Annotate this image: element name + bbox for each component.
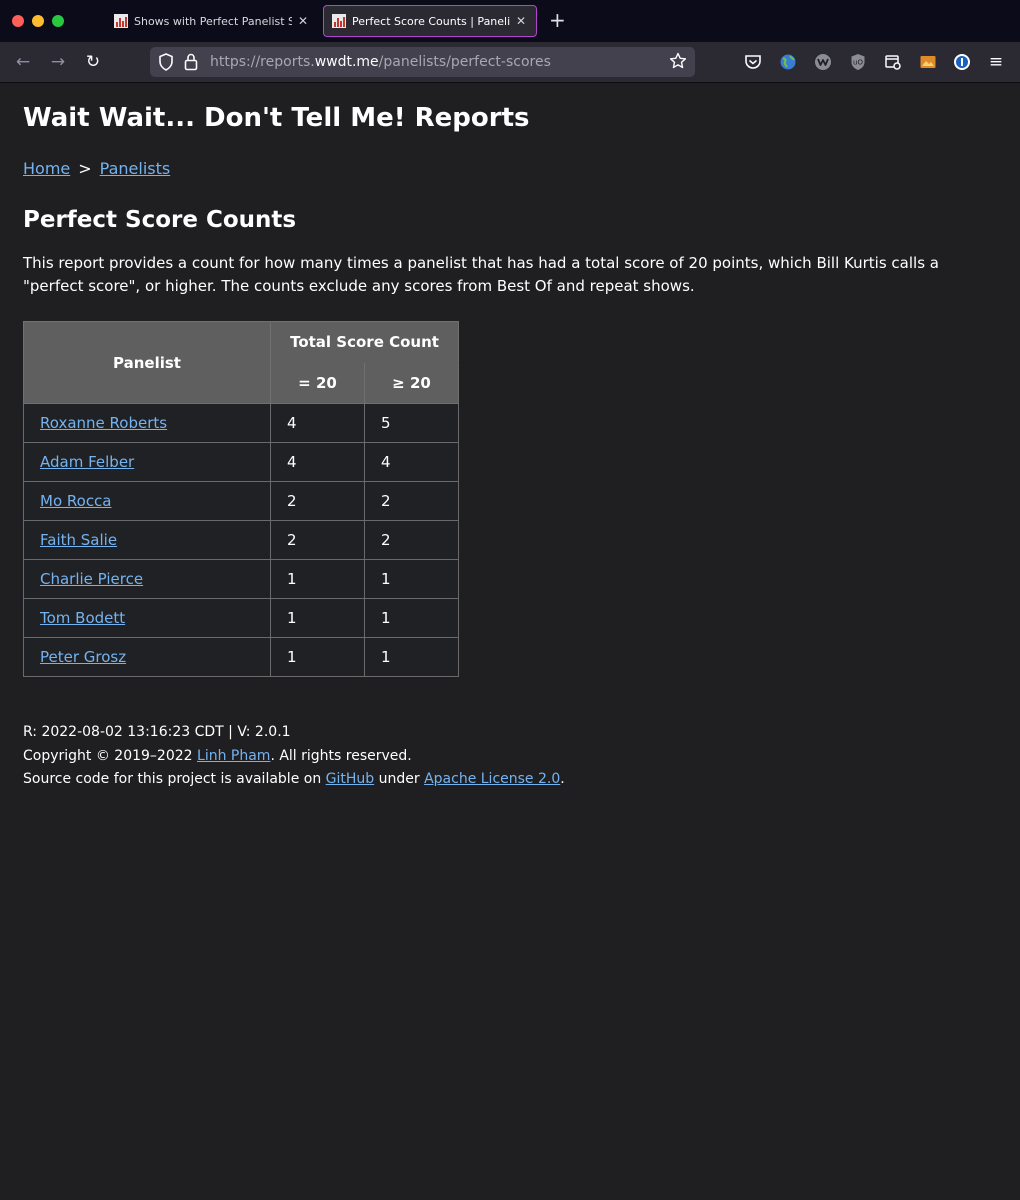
breadcrumb: Home > Panelists [23,158,1003,180]
header-panelist: Panelist [22,321,272,404]
count-at-least-20: 1 [364,637,459,677]
password-manager-icon[interactable] [953,53,971,71]
back-arrow-icon[interactable]: ← [13,52,33,72]
count-equal-20: 1 [270,559,365,599]
header-total-score-count: Total Score Count [270,321,459,363]
copyright-line: Copyright © 2019–2022 Linh Pham. All rig… [23,747,412,764]
tab-shows-perfect-scores[interactable]: Shows with Perfect Panelist Sco ✕ [106,5,318,37]
breadcrumb-separator: > [78,159,92,178]
build-info: R: 2022-08-02 13:16:23 CDT | V: 2.0.1 [23,724,291,740]
perfect-score-table: Panelist Total Score Count = 20 ≥ 20 Rox… [22,321,459,677]
browser-window: Shows with Perfect Panelist Sco ✕ Perfec… [0,0,1020,1200]
panelist-link[interactable]: Peter Grosz [40,648,126,666]
panelist-link[interactable]: Tom Bodett [40,609,125,627]
chart-favicon-icon [332,14,346,28]
header-equal-20: = 20 [270,362,365,404]
zoom-window-button[interactable] [52,15,64,27]
license-link[interactable]: Apache License 2.0 [424,771,560,787]
globe-extension-icon[interactable] [779,53,797,71]
panelist-cell: Peter Grosz [22,637,272,677]
count-at-least-20: 2 [364,520,459,560]
count-equal-20: 2 [270,520,365,560]
address-bar[interactable]: https://reports.wwdt.me/panelists/perfec… [150,47,695,77]
wappalyzer-icon[interactable] [814,53,832,71]
panelist-link[interactable]: Mo Rocca [40,492,112,510]
page-title: Perfect Score Counts [23,207,297,233]
pocket-icon[interactable] [744,53,762,71]
github-link[interactable]: GitHub [326,771,375,787]
count-at-least-20: 1 [364,598,459,638]
panelist-cell: Roxanne Roberts [22,403,272,443]
table-row: Adam Felber 4 4 [22,442,459,482]
panelist-link[interactable]: Faith Salie [40,531,117,549]
image-extension-icon[interactable] [919,53,937,71]
breadcrumb-panelists-link[interactable]: Panelists [100,159,171,178]
tab-strip: Shows with Perfect Panelist Sco ✕ Perfec… [0,0,1020,42]
url-text[interactable]: https://reports.wwdt.me/panelists/perfec… [210,54,551,70]
table-row: Mo Rocca 2 2 [22,481,459,521]
panelist-link[interactable]: Charlie Pierce [40,570,143,588]
breadcrumb-home-link[interactable]: Home [23,159,70,178]
close-tab-icon[interactable]: ✕ [514,14,528,28]
page-content: Wait Wait... Don't Tell Me! Reports Home… [22,82,1003,792]
site-title: Wait Wait... Don't Tell Me! Reports [23,103,530,133]
shield-icon[interactable] [158,53,174,71]
page-footer: R: 2022-08-02 13:16:23 CDT | V: 2.0.1 Co… [23,721,1003,792]
count-equal-20: 4 [270,442,365,482]
table-row: Faith Salie 2 2 [22,520,459,560]
screenshot-tool-icon[interactable] [884,53,902,71]
panelist-cell: Faith Salie [22,520,272,560]
count-at-least-20: 5 [364,403,459,443]
forward-arrow-icon[interactable]: → [48,52,68,72]
source-code-line: Source code for this project is availabl… [23,771,565,787]
count-equal-20: 4 [270,403,365,443]
author-link[interactable]: Linh Pham [197,748,270,764]
count-equal-20: 2 [270,481,365,521]
close-window-button[interactable] [12,15,24,27]
panelist-cell: Adam Felber [22,442,272,482]
count-at-least-20: 4 [364,442,459,482]
table-row: Roxanne Roberts 4 5 [22,403,459,443]
table-row: Charlie Pierce 1 1 [22,559,459,599]
new-tab-plus-icon[interactable]: + [549,10,566,30]
tab-perfect-score-counts[interactable]: Perfect Score Counts | Panelist ✕ [323,5,537,37]
count-at-least-20: 2 [364,481,459,521]
minimize-window-button[interactable] [32,15,44,27]
reload-icon[interactable]: ↻ [83,52,103,72]
table-row: Peter Grosz 1 1 [22,637,459,677]
hamburger-menu-icon[interactable]: ≡ [986,52,1006,72]
tab-title: Perfect Score Counts | Panelist [352,14,510,28]
panelist-cell: Tom Bodett [22,598,272,638]
report-description: This report provides a count for how man… [23,254,939,295]
panelist-cell: Charlie Pierce [22,559,272,599]
panelist-link[interactable]: Roxanne Roberts [40,414,167,432]
panelist-cell: Mo Rocca [22,481,272,521]
navigation-toolbar: ← → ↻ https://reports.wwdt.me/panelists/… [0,42,1020,83]
lock-icon[interactable] [184,53,198,71]
count-at-least-20: 1 [364,559,459,599]
tab-title: Shows with Perfect Panelist Sco [134,14,292,28]
ublock-origin-icon[interactable]: uO [849,53,867,71]
panelist-link[interactable]: Adam Felber [40,453,134,471]
table-row: Tom Bodett 1 1 [22,598,459,638]
close-tab-icon[interactable]: ✕ [296,14,310,28]
header-at-least-20: ≥ 20 [364,362,459,404]
bookmark-star-icon[interactable] [669,52,687,70]
chart-favicon-icon [114,14,128,28]
count-equal-20: 1 [270,598,365,638]
count-equal-20: 1 [270,637,365,677]
svg-text:uO: uO [853,59,863,67]
